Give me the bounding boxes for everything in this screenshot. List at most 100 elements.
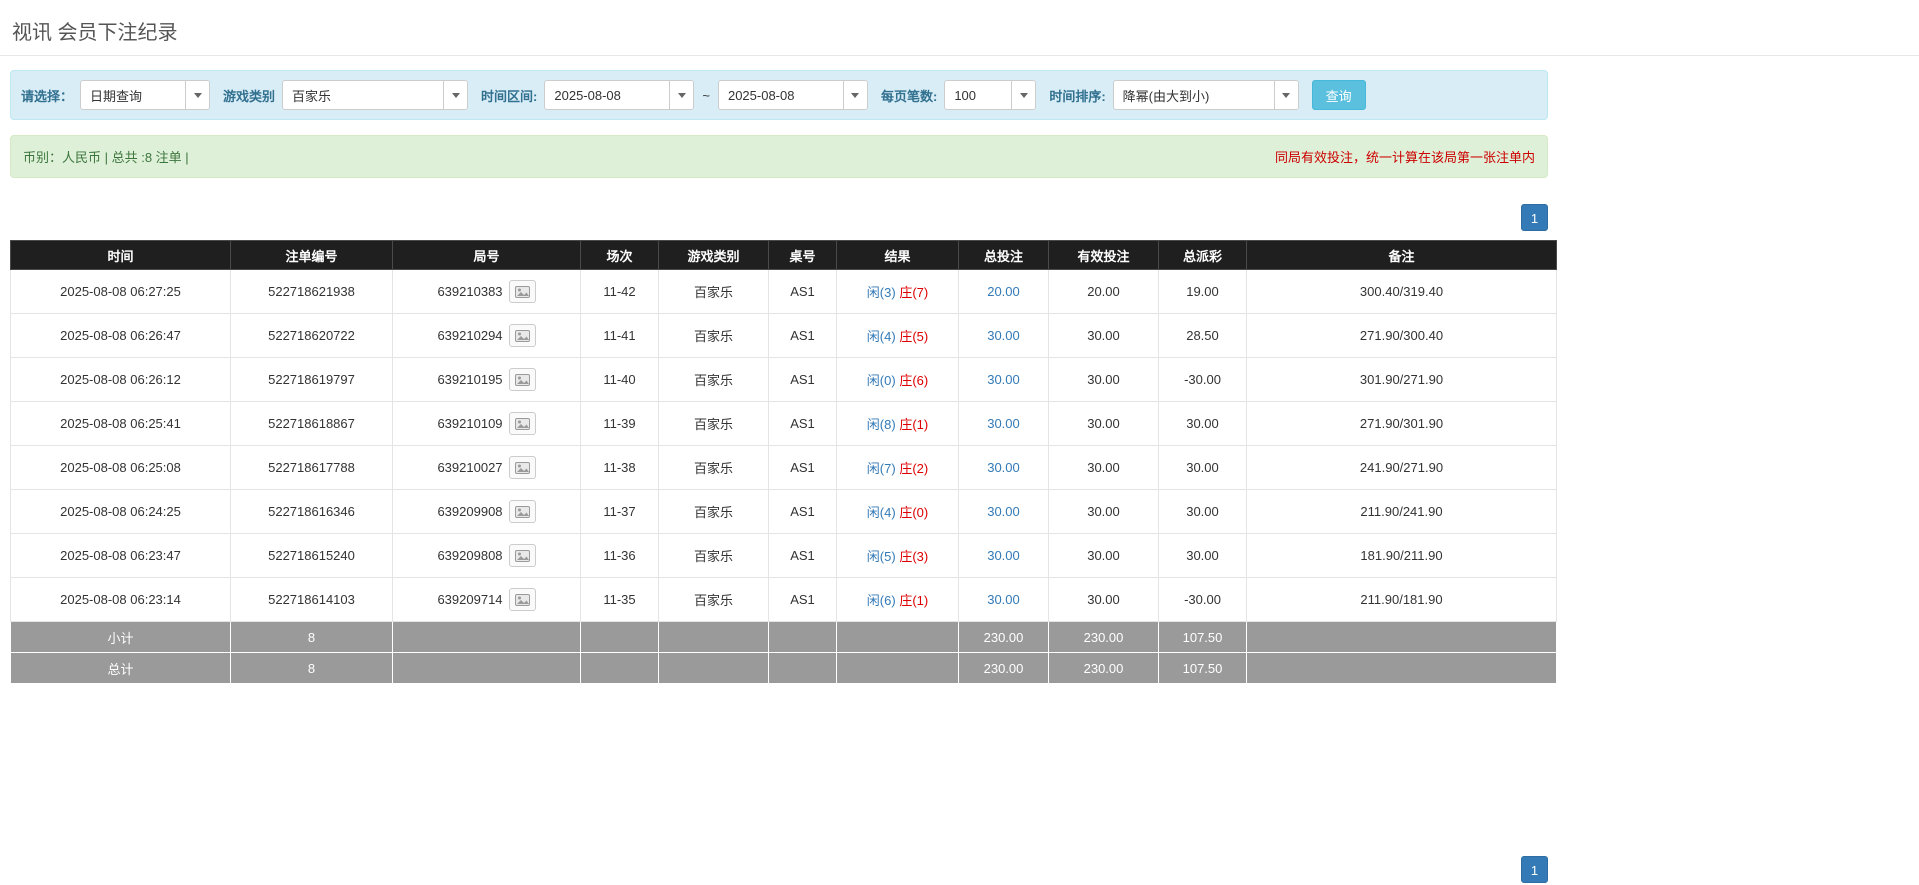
table-row: 2025-08-08 06:23:47 522718615240 6392098…: [10, 533, 1557, 578]
chevron-down-icon[interactable]: [443, 81, 468, 109]
pagination-bottom: 1: [10, 856, 1548, 885]
cell-round-no: 639209908: [392, 489, 581, 534]
date-to-select[interactable]: 2025-08-08: [717, 80, 868, 110]
cell-table-no: AS1: [768, 489, 837, 534]
cell-game-type: 百家乐: [658, 269, 769, 314]
round-replay-button[interactable]: [508, 324, 536, 347]
cell-game-type: 百家乐: [658, 445, 769, 490]
valid-bet-notice-text: 同局有效投注，统一计算在该局第一张注单内: [1274, 150, 1535, 165]
cell-total-bet: 30.00: [958, 533, 1049, 578]
cell-payout: 30.00: [1158, 445, 1247, 490]
result-player: 闲(0): [866, 373, 896, 388]
round-no-text: 639210383: [437, 284, 503, 299]
result-player: 闲(8): [866, 417, 896, 432]
cell-bet-no: 522718619797: [230, 357, 393, 402]
result-banker: 庄(1): [899, 593, 929, 608]
video-replay-icon: [514, 549, 530, 562]
cell-round-no: 639210027: [392, 445, 581, 490]
round-replay-button[interactable]: [508, 588, 536, 611]
total-total-bet: 230.00: [958, 652, 1049, 684]
cell-time: 2025-08-08 06:25:08: [10, 445, 231, 490]
result-banker: 庄(7): [899, 285, 929, 300]
sort-label: 时间排序:: [1049, 88, 1106, 104]
cell-payout: 30.00: [1158, 533, 1247, 578]
cell-bet-no: 522718614103: [230, 577, 393, 622]
cell-payout: 30.00: [1158, 401, 1247, 446]
total-bet-link[interactable]: 20.00: [987, 284, 1020, 299]
round-replay-button[interactable]: [508, 368, 536, 391]
chevron-down-icon[interactable]: [669, 81, 694, 109]
round-replay-button[interactable]: [508, 280, 536, 303]
result-banker: 庄(2): [899, 461, 929, 476]
chevron-down-icon[interactable]: [1011, 81, 1036, 109]
page-size-value: 100: [954, 87, 977, 103]
subtotal-valid-bet: 230.00: [1048, 621, 1159, 653]
page-size-select[interactable]: 100: [944, 80, 1037, 110]
col-header-table-no: 桌号: [768, 240, 837, 270]
cell-bet-no: 522718621938: [230, 269, 393, 314]
cell-note: 301.90/271.90: [1246, 357, 1557, 402]
query-type-value: 日期查询: [90, 88, 143, 104]
video-replay-icon: [514, 373, 530, 386]
cell-time: 2025-08-08 06:26:47: [10, 313, 231, 358]
total-bet-link[interactable]: 30.00: [987, 592, 1020, 607]
cell-payout: -30.00: [1158, 577, 1247, 622]
video-replay-icon: [514, 461, 530, 474]
cell-result: 闲(8) 庄(1): [836, 401, 959, 446]
game-type-select[interactable]: 百家乐: [282, 80, 469, 110]
records-body: 2025-08-08 06:27:25 522718621938 6392103…: [10, 269, 1557, 622]
round-replay-button[interactable]: [508, 500, 536, 523]
total-valid-bet: 230.00: [1048, 652, 1159, 684]
subtotal-row: 小计 8 230.00 230.00 107.50: [10, 621, 1557, 653]
col-header-round-no: 局号: [392, 240, 581, 270]
total-bet-link[interactable]: 30.00: [987, 548, 1020, 563]
cell-result: 闲(4) 庄(0): [836, 489, 959, 534]
page-number-button[interactable]: 1: [1521, 856, 1548, 883]
content: 请选择： 日期查询 游戏类别 百家乐 时间区间: 2025-08-08 ~ 20…: [0, 70, 1557, 885]
col-header-game-type: 游戏类别: [658, 240, 769, 270]
col-header-total-bet: 总投注: [958, 240, 1049, 270]
total-bet-link[interactable]: 30.00: [987, 504, 1020, 519]
round-replay-button[interactable]: [508, 456, 536, 479]
total-bet-link[interactable]: 30.00: [987, 460, 1020, 475]
cell-round-no: 639210195: [392, 357, 581, 402]
chevron-down-icon[interactable]: [185, 81, 210, 109]
total-count: 8: [230, 652, 393, 684]
result-player: 闲(7): [866, 461, 896, 476]
date-to-value: 2025-08-08: [727, 87, 795, 103]
subtotal-total-bet: 230.00: [958, 621, 1049, 653]
chevron-down-icon[interactable]: [842, 81, 867, 109]
cell-game-type: 百家乐: [658, 533, 769, 578]
currency-summary-text: 币别：人民币 | 总共 :8 注单 |: [23, 150, 189, 165]
table-row: 2025-08-08 06:26:47 522718620722 6392102…: [10, 313, 1557, 358]
cell-result: 闲(4) 庄(5): [836, 313, 959, 358]
chevron-down-icon[interactable]: [1273, 81, 1298, 109]
round-replay-button[interactable]: [508, 412, 536, 435]
cell-total-bet: 20.00: [958, 269, 1049, 314]
result-banker: 庄(3): [899, 549, 929, 564]
sort-value: 降幂(由大到小): [1122, 88, 1210, 104]
sort-select[interactable]: 降幂(由大到小): [1112, 80, 1299, 110]
cell-time: 2025-08-08 06:24:25: [10, 489, 231, 534]
cell-time: 2025-08-08 06:27:25: [10, 269, 231, 314]
video-replay-icon: [514, 285, 530, 298]
round-replay-button[interactable]: [508, 544, 536, 567]
cell-session: 11-37: [580, 489, 659, 534]
total-bet-link[interactable]: 30.00: [987, 372, 1020, 387]
page-number-button[interactable]: 1: [1521, 204, 1548, 231]
cell-table-no: AS1: [768, 357, 837, 402]
cell-payout: 30.00: [1158, 489, 1247, 534]
search-button[interactable]: 查询: [1311, 80, 1366, 110]
cell-payout: 28.50: [1158, 313, 1247, 358]
total-bet-link[interactable]: 30.00: [987, 416, 1020, 431]
video-replay-icon: [514, 593, 530, 606]
cell-session: 11-41: [580, 313, 659, 358]
query-type-select[interactable]: 日期查询: [80, 80, 211, 110]
cell-payout: -30.00: [1158, 357, 1247, 402]
cell-session: 11-39: [580, 401, 659, 446]
pagination-top: 1: [10, 204, 1548, 231]
total-bet-link[interactable]: 30.00: [987, 328, 1020, 343]
date-from-select[interactable]: 2025-08-08: [544, 80, 695, 110]
cell-note: 300.40/319.40: [1246, 269, 1557, 314]
cell-valid-bet: 30.00: [1048, 489, 1159, 534]
